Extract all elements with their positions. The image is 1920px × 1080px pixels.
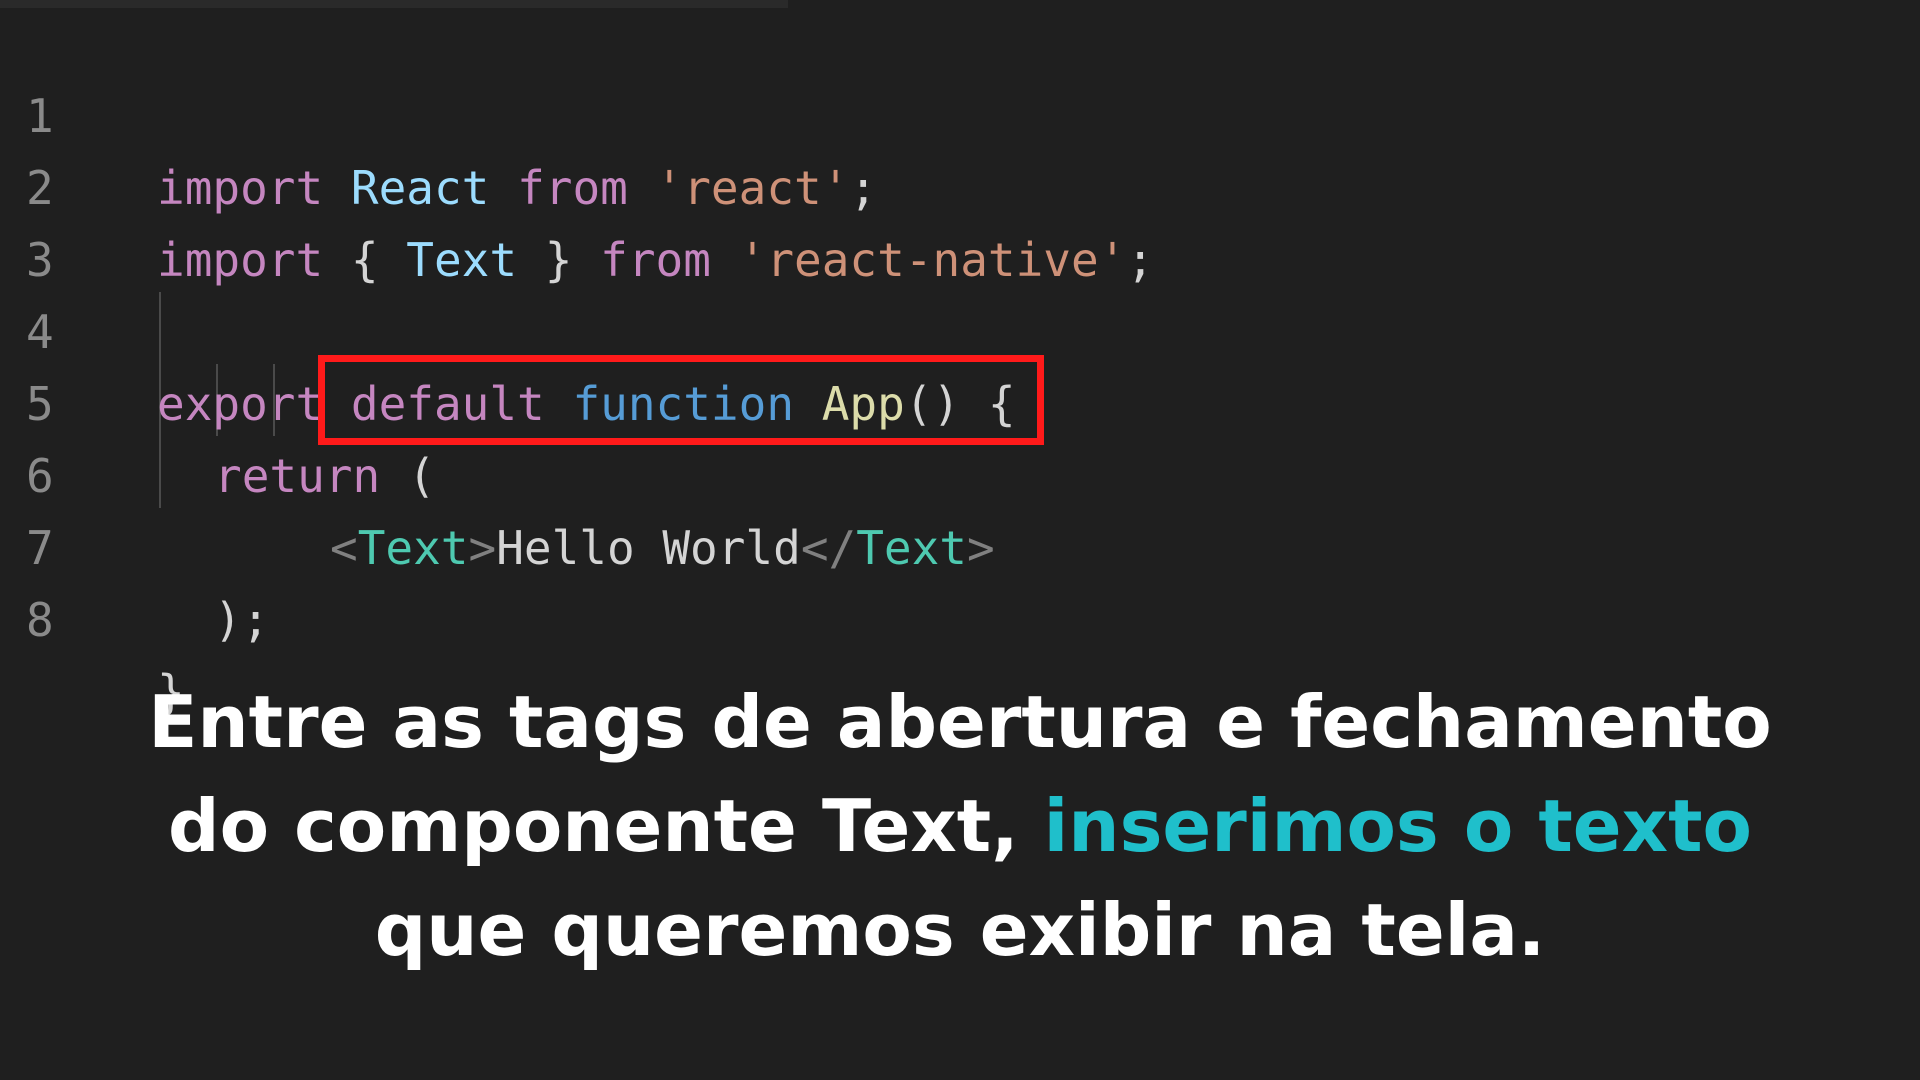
code-line: 4 export default function App() { bbox=[0, 224, 1920, 431]
code-line: 3 bbox=[0, 152, 1920, 287]
code-line: 1 import React from 'react'; bbox=[0, 8, 1920, 215]
code-line: 8 } bbox=[0, 512, 1920, 719]
code-line: 7 ); bbox=[0, 440, 1920, 647]
caption-line: Entre as tags de abertura e fechamento bbox=[148, 680, 1772, 764]
caption-text: do componente Text, bbox=[168, 784, 1044, 868]
line-number: 8 bbox=[26, 593, 54, 647]
slide: 1 import React from 'react'; 2 import { … bbox=[0, 0, 1920, 1080]
caption-accent-text: inserimos o texto bbox=[1043, 784, 1752, 868]
code-line: 2 import { Text } from 'react-native'; bbox=[0, 80, 1920, 287]
punctuation-token: ); bbox=[214, 593, 270, 647]
code-text: ); bbox=[214, 584, 269, 656]
caption-line: do componente Text, inserimos o texto bbox=[0, 774, 1920, 878]
highlight-box bbox=[318, 355, 1044, 445]
code-editor: 1 import React from 'react'; 2 import { … bbox=[0, 0, 1920, 719]
explanation-caption: Entre as tags de abertura e fechamento d… bbox=[0, 670, 1920, 982]
caption-line: que queremos exibir na tela. bbox=[374, 888, 1546, 972]
